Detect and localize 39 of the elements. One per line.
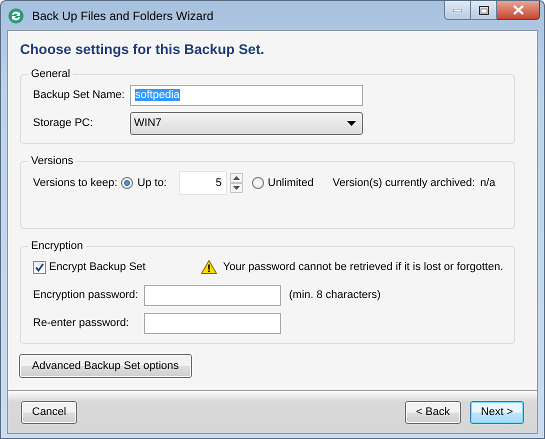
spin-up-button[interactable] (230, 173, 243, 183)
radio-label[interactable]: Up to: (137, 177, 167, 189)
maximize-button[interactable] (471, 1, 497, 20)
password-field[interactable] (144, 312, 281, 334)
advanced-options-button[interactable]: Advanced Backup Set options (19, 354, 192, 378)
hint-text: (min. 8 characters) (289, 289, 381, 301)
wizard-button[interactable]: < Back (404, 400, 461, 424)
radio-button[interactable] (121, 177, 134, 189)
radio-label[interactable]: Unlimited (268, 177, 314, 189)
spin-down-button[interactable] (230, 183, 243, 193)
archived-count: n/a (480, 177, 496, 189)
field-label: Storage PC: (33, 117, 94, 129)
radio-button[interactable] (252, 177, 264, 189)
close-icon (512, 5, 524, 15)
count-field[interactable]: 5 (178, 171, 227, 195)
checkbox-label[interactable]: Encrypt Backup Set (49, 261, 146, 273)
field-label: Encryption password: (33, 289, 140, 301)
wizard-button[interactable]: Cancel (21, 400, 78, 424)
storage-dropdown[interactable]: WIN7 (130, 112, 363, 134)
warning-icon (201, 260, 217, 274)
field-label: Backup Set Name: (33, 89, 126, 101)
caret-icon (347, 120, 356, 126)
field-label: Versions to keep: (33, 177, 118, 189)
minimize-icon (453, 8, 462, 12)
down-arrow-icon (232, 186, 240, 190)
minimize-button[interactable] (444, 1, 471, 20)
app-icon (8, 8, 24, 24)
wizard-button[interactable]: Next > (470, 400, 524, 424)
field-label: Re-enter password: (33, 317, 130, 329)
close-button[interactable] (497, 1, 540, 20)
page-heading: Choose settings for this Backup Set. (20, 41, 266, 57)
password-field[interactable] (144, 284, 281, 306)
field-label: Version(s) currently archived: (332, 177, 476, 189)
window-title: Back Up Files and Folders Wizard (32, 8, 214, 22)
checkbox[interactable] (33, 260, 46, 274)
warning-text: Your password cannot be retrieved if it is lost or forgotten. (223, 261, 504, 273)
up-arrow-icon (232, 176, 240, 180)
maximize-icon (478, 6, 488, 14)
group-title: Encryption (28, 239, 86, 253)
